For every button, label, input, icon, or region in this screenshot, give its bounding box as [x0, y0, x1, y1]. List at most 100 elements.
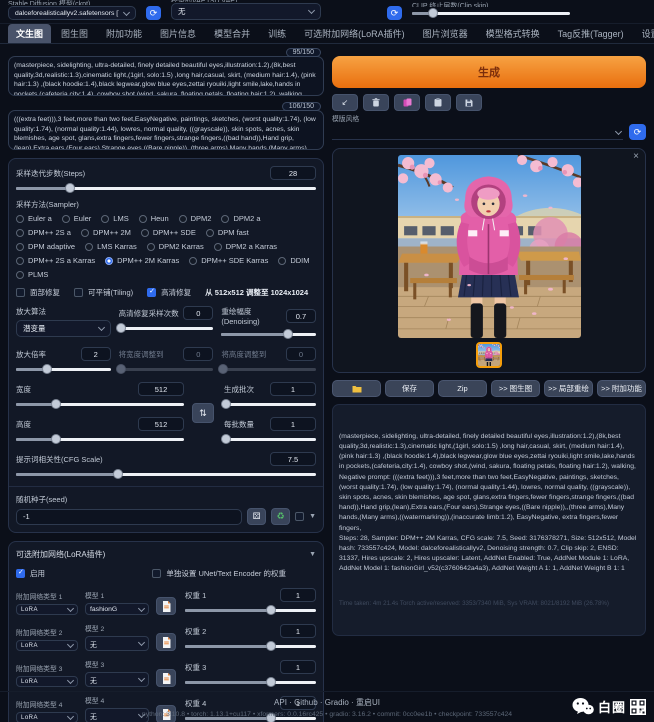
- batch-size-slider[interactable]: [224, 434, 316, 444]
- restore-faces-checkbox[interactable]: 面部修复: [16, 287, 60, 298]
- batch-count-value[interactable]: 1: [270, 382, 316, 396]
- zip-button[interactable]: Zip: [438, 380, 487, 397]
- sampler-option[interactable]: PLMS: [16, 270, 48, 279]
- lora-separate-weights-checkbox[interactable]: 单独设置 UNet/Text Encoder 的权重: [152, 568, 316, 579]
- clip-skip-slider[interactable]: [412, 8, 570, 18]
- upscale-by-slider[interactable]: [16, 364, 111, 374]
- lora-model-dropdown[interactable]: fashionG: [85, 603, 149, 615]
- sampler-option[interactable]: LMS Karras: [85, 242, 137, 251]
- generate-button[interactable]: 生成: [332, 56, 646, 88]
- sampler-option[interactable]: LMS: [101, 214, 128, 223]
- lora-model-dropdown[interactable]: 无: [85, 672, 149, 687]
- tab-train[interactable]: 训练: [260, 24, 294, 43]
- tiling-checkbox[interactable]: 可平铺(Tiling): [74, 287, 133, 298]
- extra-networks-button[interactable]: [394, 94, 420, 111]
- sampler-option[interactable]: DPM++ 2S a: [16, 228, 71, 237]
- lora-enable-checkbox[interactable]: 启用: [16, 568, 152, 579]
- lora-weight-value[interactable]: 1: [280, 660, 316, 674]
- styles-dropdown[interactable]: [332, 126, 623, 140]
- cfg-value[interactable]: 7.5: [270, 452, 316, 466]
- width-value[interactable]: 512: [138, 382, 184, 396]
- batch-size-value[interactable]: 1: [270, 417, 316, 431]
- reload-ui-link[interactable]: 重启UI: [356, 698, 380, 707]
- hires-steps-slider[interactable]: [119, 323, 214, 333]
- cfg-slider[interactable]: [16, 469, 316, 479]
- lora-model-info-button[interactable]: [156, 597, 176, 615]
- tab-additional-networks[interactable]: 可选附加网络(LoRA插件): [296, 24, 413, 43]
- upscale-by-value[interactable]: 2: [81, 347, 111, 361]
- lora-accordion-header[interactable]: 可选附加网络(LoRA插件) ▼: [16, 549, 316, 560]
- gradio-link[interactable]: Gradio: [325, 698, 349, 707]
- lora-weight-slider[interactable]: [185, 677, 316, 687]
- random-seed-button[interactable]: ⚄: [247, 508, 266, 525]
- sampler-option[interactable]: DPM adaptive: [16, 242, 75, 251]
- hires-fix-checkbox[interactable]: 高清修复: [147, 287, 191, 298]
- tab-settings[interactable]: 设置: [634, 24, 654, 43]
- extra-seed-checkbox[interactable]: [295, 512, 304, 521]
- api-link[interactable]: API: [274, 698, 287, 707]
- tab-tagger[interactable]: Tag反推(Tagger): [550, 24, 632, 43]
- upscaler-dropdown[interactable]: 潜变量: [16, 320, 111, 337]
- gallery-thumbnail[interactable]: [476, 342, 502, 368]
- paste-params-button[interactable]: ↙: [332, 94, 358, 111]
- refresh-styles-button[interactable]: ⟳: [629, 124, 646, 140]
- sampler-option[interactable]: DPM2: [179, 214, 212, 223]
- tab-txt2img[interactable]: 文生图: [8, 24, 51, 43]
- open-folder-button[interactable]: [332, 380, 381, 397]
- lora-weight-slider[interactable]: [185, 641, 316, 651]
- sampler-option[interactable]: Euler a: [16, 214, 52, 223]
- lora-type-dropdown[interactable]: LoRA: [16, 640, 78, 651]
- denoising-value[interactable]: 0.7: [286, 309, 316, 323]
- hires-steps-value[interactable]: 0: [183, 306, 213, 320]
- tab-image-browser[interactable]: 图片浏览器: [415, 24, 476, 43]
- lora-type-dropdown[interactable]: LoRA: [16, 604, 78, 615]
- tab-png-info[interactable]: 图片信息: [152, 24, 204, 43]
- vae-refresh-button[interactable]: ⟳: [387, 6, 402, 20]
- seed-expand-arrow-icon[interactable]: ▼: [309, 513, 316, 520]
- model-dropdown[interactable]: dalceforealisticallyv2.safetensors [7335…: [8, 6, 136, 20]
- width-slider[interactable]: [16, 399, 184, 409]
- send-to-extras-button[interactable]: >> 附加功能: [597, 380, 646, 397]
- sampler-option-selected[interactable]: DPM++ 2M Karras: [105, 256, 179, 265]
- batch-count-slider[interactable]: [224, 399, 316, 409]
- lora-model-dropdown[interactable]: 无: [85, 636, 149, 651]
- lora-type-dropdown[interactable]: LoRA: [16, 676, 78, 687]
- seed-input[interactable]: -1: [16, 509, 242, 525]
- height-value[interactable]: 512: [138, 417, 184, 431]
- denoising-slider[interactable]: [221, 329, 316, 339]
- tab-model-converter[interactable]: 模型格式转换: [478, 24, 548, 43]
- apply-style-button[interactable]: [425, 94, 451, 111]
- steps-slider[interactable]: [16, 183, 316, 193]
- lora-model-info-button[interactable]: [156, 633, 176, 651]
- sampler-option[interactable]: DPM2 a: [221, 214, 260, 223]
- tab-img2img[interactable]: 图生图: [53, 24, 96, 43]
- sampler-option[interactable]: DPM++ SDE: [141, 228, 196, 237]
- lora-model-info-button[interactable]: [156, 669, 176, 687]
- sampler-option[interactable]: DPM2 a Karras: [214, 242, 277, 251]
- lora-weight-value[interactable]: 1: [280, 624, 316, 638]
- github-link[interactable]: Github: [294, 698, 318, 707]
- sampler-option[interactable]: Heun: [139, 214, 169, 223]
- tab-checkpoint-merger[interactable]: 模型合并: [206, 24, 258, 43]
- sampler-option[interactable]: DPM++ 2M: [81, 228, 131, 237]
- sampler-option[interactable]: DPM++ 2S a Karras: [16, 256, 95, 265]
- lora-weight-value[interactable]: 1: [280, 588, 316, 602]
- prompt-input[interactable]: (masterpiece, sidelighting, ultra-detail…: [8, 56, 324, 96]
- negative-prompt-input[interactable]: (((extra feet))),3 feet,more than two fe…: [8, 110, 324, 150]
- save-button[interactable]: 保存: [385, 380, 434, 397]
- reuse-seed-button[interactable]: ♻: [271, 508, 290, 525]
- sampler-option[interactable]: DPM++ SDE Karras: [189, 256, 268, 265]
- save-style-button[interactable]: [456, 94, 482, 111]
- send-to-img2img-button[interactable]: >> 图生图: [491, 380, 540, 397]
- clear-prompt-button[interactable]: [363, 94, 389, 111]
- sampler-option[interactable]: DPM fast: [206, 228, 249, 237]
- swap-dimensions-button[interactable]: ⇅: [192, 403, 214, 423]
- tab-extras[interactable]: 附加功能: [98, 24, 150, 43]
- model-refresh-button[interactable]: ⟳: [146, 6, 161, 20]
- sampler-option[interactable]: DDIM: [278, 256, 309, 265]
- generated-image[interactable]: [398, 155, 581, 338]
- sampler-option[interactable]: DPM2 Karras: [147, 242, 204, 251]
- steps-value[interactable]: 28: [270, 166, 316, 180]
- vae-dropdown[interactable]: 无: [171, 3, 321, 20]
- send-to-inpaint-button[interactable]: >> 局部重绘: [544, 380, 593, 397]
